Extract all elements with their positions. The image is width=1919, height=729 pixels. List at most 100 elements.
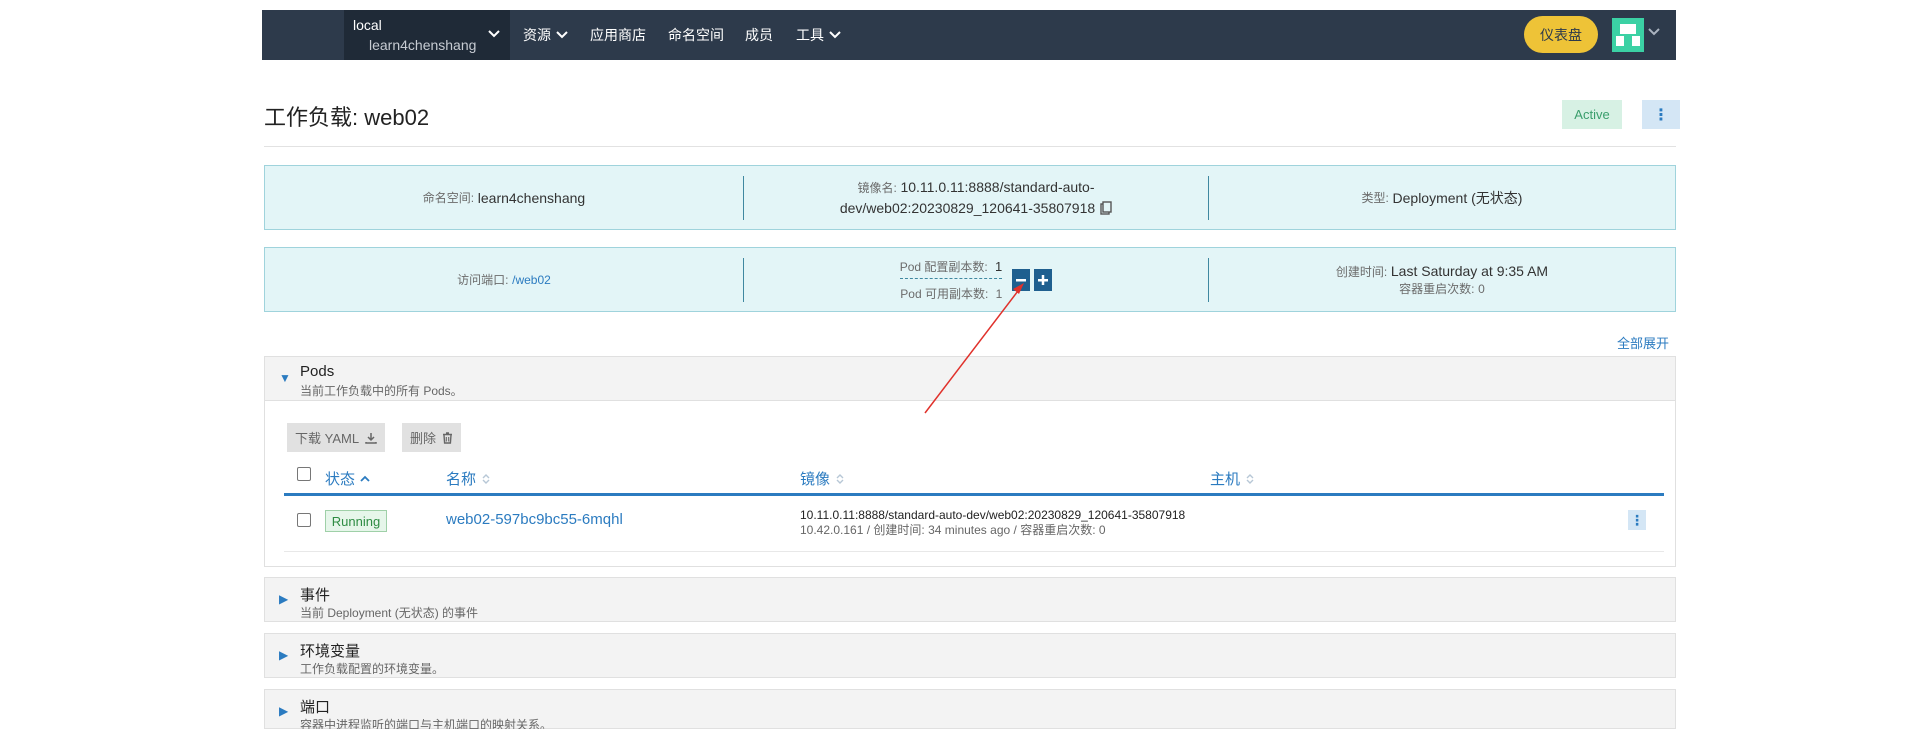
download-yaml-button[interactable]: 下载 YAML xyxy=(287,423,386,452)
expand-all-link[interactable]: 全部展开 xyxy=(1617,333,1669,352)
pod-image: 10.11.0.11:8888/standard-auto-dev/web02:… xyxy=(800,508,1186,522)
workload-info-box: 命名空间: learn4chenshang 镜像名: 10.11.0.11:88… xyxy=(264,165,1676,230)
triangle-right-icon: ▶ xyxy=(279,648,289,662)
triangle-right-icon: ▶ xyxy=(279,704,289,718)
delete-button[interactable]: 删除 xyxy=(402,423,462,452)
minus-icon xyxy=(1016,278,1027,281)
column-header-host[interactable]: 主机 xyxy=(1210,468,1255,489)
pod-created-label: 创建时间: xyxy=(873,523,925,537)
restarts-label: 容器重启次数: xyxy=(1399,281,1475,296)
namespace-value: learn4chenshang xyxy=(477,189,586,206)
pod-name-link[interactable]: web02-597bc9bc55-6mqhl xyxy=(446,511,623,528)
status-badge: Active xyxy=(1562,100,1622,129)
divider xyxy=(284,551,1664,552)
download-yaml-label: 下载 YAML xyxy=(295,431,360,446)
nav-namespaces[interactable]: 命名空间 xyxy=(668,10,724,60)
pod-actions-button[interactable]: ⋮ xyxy=(1628,510,1646,530)
column-header-name[interactable]: 名称 xyxy=(446,468,491,489)
env-vars-section-desc: 工作负载配置的环境变量。 xyxy=(300,662,445,676)
nav-tools[interactable]: 工具 xyxy=(796,10,841,60)
sort-icon xyxy=(481,473,491,485)
env-vars-section-header[interactable]: ▶ 环境变量 工作负载配置的环境变量。 xyxy=(264,633,1676,678)
column-header-name-label: 名称 xyxy=(446,471,477,488)
sort-ascending-icon xyxy=(360,475,370,483)
cluster-name: local xyxy=(353,17,382,33)
nav-resources[interactable]: 资源 xyxy=(523,10,568,60)
events-section-title: 事件 xyxy=(300,587,331,604)
available-label: Pod 可用副本数: xyxy=(900,286,989,301)
pods-section-desc: 当前工作负载中的所有 Pods。 xyxy=(300,384,463,398)
nav-resources-label: 资源 xyxy=(523,27,551,43)
pod-meta: 10.42.0.161 / 创建时间: 34 minutes ago / 容器重… xyxy=(800,523,1106,537)
page-title: 工作负载: web02 xyxy=(264,105,430,130)
created-field: 创建时间: Last Saturday at 9:35 AM 容器重启次数: 0 xyxy=(1209,248,1675,311)
nav-app-store-label: 应用商店 xyxy=(590,27,646,43)
endpoint-label: 访问端口: xyxy=(457,273,509,287)
endpoint-link[interactable]: /web02 xyxy=(512,273,551,287)
row-checkbox[interactable] xyxy=(297,513,311,527)
chevron-down-icon xyxy=(488,30,500,38)
pod-ip: 10.42.0.161 xyxy=(800,523,864,537)
scale-label: Pod 配置副本数: xyxy=(899,259,988,274)
user-menu-chevron-icon[interactable] xyxy=(1648,28,1660,36)
events-section-desc: 当前 Deployment (无状态) 的事件 xyxy=(300,606,479,620)
pod-restarts: 0 xyxy=(1098,523,1106,537)
chevron-down-icon xyxy=(556,31,568,39)
pod-state-badge: Running xyxy=(325,510,387,532)
more-vertical-icon: ⋮ xyxy=(1653,106,1669,124)
events-section-header[interactable]: ▶ 事件 当前 Deployment (无状态) 的事件 xyxy=(264,577,1676,622)
chevron-down-icon xyxy=(829,31,841,39)
triangle-down-icon: ▼ xyxy=(279,371,291,385)
nav-members-label: 成员 xyxy=(745,27,773,43)
created-label: 创建时间: xyxy=(1335,264,1388,279)
plus-icon xyxy=(1038,274,1049,285)
cluster-project-switcher[interactable]: local learn4chenshang xyxy=(344,10,510,60)
pods-section-header[interactable]: ▼ Pods 当前工作负载中的所有 Pods。 xyxy=(264,356,1676,401)
restarts-value: 0 xyxy=(1478,281,1485,296)
image-value-line1: 10.11.0.11:8888/standard-auto- xyxy=(900,179,1095,195)
nav-namespaces-label: 命名空间 xyxy=(668,27,724,43)
scale-down-button[interactable] xyxy=(1012,268,1031,291)
available-value: 1 xyxy=(995,286,1003,301)
type-value: Deployment (无状态) xyxy=(1392,189,1523,206)
trash-icon xyxy=(442,431,453,444)
scale-value: 1 xyxy=(995,258,1003,274)
column-header-state[interactable]: 状态 xyxy=(325,468,370,489)
env-vars-section-title: 环境变量 xyxy=(300,643,361,660)
ports-section-header[interactable]: ▶ 端口 容器中进程监听的端口与主机端口的映射关系。 xyxy=(264,689,1676,729)
workload-scale-box: 访问端口: /web02 Pod 配置副本数: 1 Pod 可用副本数: 1 创… xyxy=(264,247,1676,312)
project-name: learn4chenshang xyxy=(369,37,477,53)
created-value: Last Saturday at 9:35 AM xyxy=(1390,262,1549,279)
ports-section-title: 端口 xyxy=(300,699,331,716)
more-vertical-icon: ⋮ xyxy=(1630,511,1644,528)
pods-section-title: Pods xyxy=(300,363,335,380)
table-header-rule xyxy=(284,493,1664,496)
type-label: 类型: xyxy=(1361,191,1389,205)
image-value-line2: dev/web02:20230829_120641-35807918 xyxy=(839,200,1096,216)
column-header-host-label: 主机 xyxy=(1210,471,1241,488)
type-field: 类型: Deployment (无状态) xyxy=(1209,166,1675,229)
column-header-image[interactable]: 镜像 xyxy=(800,468,845,489)
scale-field: Pod 配置副本数: 1 Pod 可用副本数: 1 xyxy=(744,248,1208,311)
delete-label: 删除 xyxy=(410,431,437,446)
nav-app-store[interactable]: 应用商店 xyxy=(590,10,646,60)
nav-members[interactable]: 成员 xyxy=(745,10,773,60)
image-field: 镜像名: 10.11.0.11:8888/standard-auto- dev/… xyxy=(744,166,1208,229)
workload-actions-button[interactable]: ⋮ xyxy=(1642,100,1680,129)
scale-up-button[interactable] xyxy=(1034,268,1053,291)
divider xyxy=(264,146,1676,147)
column-header-state-label: 状态 xyxy=(325,471,356,488)
image-label: 镜像名: xyxy=(857,181,897,195)
select-all-checkbox[interactable] xyxy=(297,467,311,481)
sort-icon xyxy=(1245,473,1255,485)
user-avatar-icon[interactable] xyxy=(1612,18,1644,52)
sort-icon xyxy=(835,473,845,485)
pod-created: 34 minutes ago xyxy=(928,523,1011,537)
dashboard-button[interactable]: 仪表盘 xyxy=(1524,16,1598,53)
triangle-right-icon: ▶ xyxy=(279,592,289,606)
ports-section-desc: 容器中进程监听的端口与主机端口的映射关系。 xyxy=(300,718,553,729)
endpoint-field: 访问端口: /web02 xyxy=(265,248,743,311)
namespace-field: 命名空间: learn4chenshang xyxy=(265,166,743,229)
column-header-image-label: 镜像 xyxy=(800,471,831,488)
copy-icon[interactable] xyxy=(1100,201,1112,215)
